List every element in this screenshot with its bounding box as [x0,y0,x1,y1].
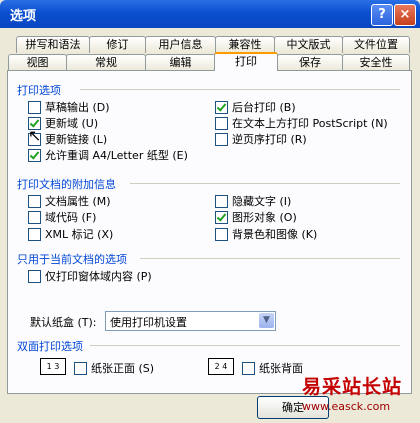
checkbox-box [28,227,41,241]
options-dialog: 选项 ? × 拼写和语法 修订 用户信息 兼容性 中文版式 文件位置 视图 常规… [0,0,420,423]
tab-edit[interactable]: 编辑 [145,54,216,71]
checkbox-box [215,194,228,208]
group-include-with-document-title: 打印文档的附加信息 [17,178,116,191]
divider [80,89,400,90]
tab-print[interactable]: 打印 [214,52,278,71]
chevron-down-icon[interactable]: ▼ [259,313,274,328]
background-colors-images-checkbox[interactable]: 背景色和图像 (K) [215,226,317,242]
group-print-options-title: 打印选项 [17,84,61,97]
checkbox-box [28,210,41,224]
print-front-of-sheet-checkbox[interactable]: 纸张正面 (S) [74,360,154,376]
divider [130,183,400,184]
window-title: 选项 [10,9,37,24]
help-button[interactable]: ? [371,4,393,26]
group-duplex-title: 双面打印选项 [17,340,83,353]
hidden-text-checkbox[interactable]: 隐藏文字 (I) [215,193,291,209]
divider [140,258,400,259]
tab-security[interactable]: 安全性 [342,54,410,71]
checkbox-box [215,210,228,224]
default-tray-select[interactable]: 使用打印机设置 ▼ [105,311,276,331]
print-back-of-sheet-checkbox[interactable]: 纸张背面 [242,360,303,376]
reverse-print-order-checkbox[interactable]: 逆页序打印 (R) [215,131,307,147]
tab-compatibility[interactable]: 兼容性 [215,36,275,53]
watermark-url: www.easck.com [302,400,391,413]
tab-save[interactable]: 保存 [277,54,343,71]
xml-tags-checkbox[interactable]: XML 标记 (X) [28,226,113,242]
checkbox-box [28,148,41,162]
tab-file-locations[interactable]: 文件位置 [342,36,410,53]
checkbox-box [215,100,228,114]
checkbox-box [74,361,87,375]
allow-a4-letter-resize-checkbox[interactable]: 允许重调 A4/Letter 纸型 (E) [28,147,188,163]
draft-output-checkbox[interactable]: 草稿输出 (D) [28,99,110,115]
tab-track-changes[interactable]: 修订 [89,36,146,53]
tab-asian-typography[interactable]: 中文版式 [274,36,343,53]
print-postscript-over-text-checkbox[interactable]: 在文本上方打印 PostScript (N) [215,115,388,131]
tab-view[interactable]: 视图 [8,54,67,71]
checkbox-box [215,116,228,130]
print-form-data-only-checkbox[interactable]: 仅打印窗体域内容 (P) [28,268,152,284]
field-codes-checkbox[interactable]: 域代码 (F) [28,209,96,225]
drawing-objects-checkbox[interactable]: 图形对象 (O) [215,209,297,225]
title-bar: 选项 ? × [0,0,420,28]
duplex-front-page-icon: 1 3 [40,358,66,375]
tab-general[interactable]: 常规 [66,54,146,71]
watermark-logo-text: 易采站长站 [302,376,403,398]
mouse-cursor-icon: ↖ [28,126,42,145]
group-current-document-title: 只用于当前文档的选项 [17,253,127,266]
checkbox-box [215,227,228,241]
close-button[interactable]: × [394,4,416,26]
checkbox-box [215,132,228,146]
default-tray-value: 使用打印机设置 [110,316,187,329]
checkbox-box [28,100,41,114]
default-tray-label: 默认纸盒 (T): [30,316,97,329]
duplex-back-page-icon: 2 4 [208,358,234,375]
background-printing-checkbox[interactable]: 后台打印 (B) [215,99,296,115]
tab-strip: 拼写和语法 修订 用户信息 兼容性 中文版式 文件位置 视图 常规 编辑 打印 … [8,34,412,74]
document-properties-checkbox[interactable]: 文档属性 (M) [28,193,111,209]
checkbox-box [242,361,255,375]
checkbox-box [28,194,41,208]
tab-spelling-grammar[interactable]: 拼写和语法 [16,36,90,53]
tab-user-info[interactable]: 用户信息 [145,36,216,53]
checkbox-box [28,269,41,283]
divider [90,345,400,346]
